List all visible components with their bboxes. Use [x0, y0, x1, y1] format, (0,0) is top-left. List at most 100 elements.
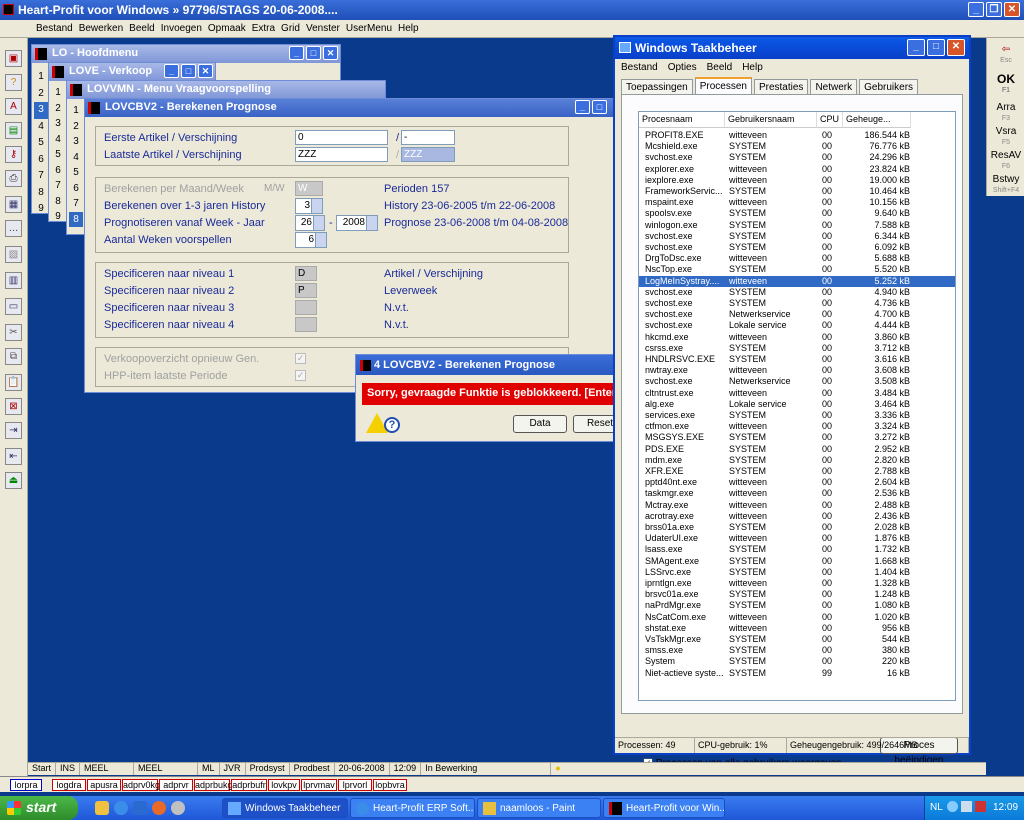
process-row[interactable]: acrotray.exe witteveen 00 2.436 kB: [639, 511, 955, 522]
menu-num[interactable]: 2: [51, 101, 65, 117]
menu-num[interactable]: 3: [69, 134, 83, 150]
process-row[interactable]: Mcshield.exe SYSTEM 00 76.776 kB: [639, 141, 955, 152]
ok-button[interactable]: OK F1: [989, 73, 1023, 102]
menu-num[interactable]: 9: [51, 209, 65, 225]
laatste-artikel-field[interactable]: ZZZ: [295, 147, 388, 162]
menu-extra[interactable]: Extra: [252, 23, 275, 34]
eerste-verschijning-field[interactable]: -: [401, 130, 455, 145]
new-icon[interactable]: ▣: [5, 50, 22, 67]
menu-num[interactable]: 1: [34, 69, 48, 86]
prog-button-adprbukg[interactable]: adprbukg: [194, 779, 233, 791]
prog-button-adprbufr[interactable]: adprbufr: [231, 779, 267, 791]
menu-venster[interactable]: Venster: [306, 23, 340, 34]
taskbar-item-heart-profit[interactable]: Heart-Profit voor Win...: [603, 798, 725, 818]
task-manager-window[interactable]: Windows Taakbeheer _ □ ✕ Bestand Opties Be…: [613, 35, 971, 769]
maximize-icon[interactable]: □: [592, 100, 607, 114]
process-row[interactable]: naPrdMgr.exe SYSTEM 00 1.080 kB: [639, 600, 955, 611]
process-row[interactable]: svchost.exe SYSTEM 00 6.092 kB: [639, 242, 955, 253]
shield-icon[interactable]: [975, 801, 986, 812]
process-row[interactable]: taskmgr.exe witteveen 00 2.536 kB: [639, 488, 955, 499]
menu-num[interactable]: 7: [69, 196, 83, 212]
process-row[interactable]: PDS.EXE SYSTEM 00 2.952 kB: [639, 444, 955, 455]
prog-week-spinner[interactable]: 26: [295, 215, 325, 231]
process-row[interactable]: winlogon.exe SYSTEM 00 7.588 kB: [639, 220, 955, 231]
minimize-icon[interactable]: _: [164, 64, 179, 78]
menu-num[interactable]: 7: [34, 168, 48, 185]
start-button[interactable]: start: [0, 796, 78, 820]
network-icon[interactable]: [947, 801, 958, 812]
process-row[interactable]: shstat.exe witteveen 00 956 kB: [639, 623, 955, 634]
process-row[interactable]: mspaint.exe witteveen 00 10.156 kB: [639, 197, 955, 208]
menu-num[interactable]: 5: [69, 165, 83, 181]
sheet-icon[interactable]: ▤: [5, 122, 22, 139]
bstwy-button[interactable]: Bstwy Shift+F4: [989, 174, 1023, 202]
close-icon[interactable]: ✕: [323, 46, 338, 60]
process-row[interactable]: iprntlgn.exe witteveen 00 1.328 kB: [639, 578, 955, 589]
prog-button-lorpra[interactable]: lorpra: [10, 779, 42, 791]
col-gebruikersnaam[interactable]: Gebruikersnaam: [725, 112, 817, 128]
minimize-icon[interactable]: _: [907, 39, 925, 56]
maximize-icon[interactable]: □: [306, 46, 321, 60]
menu-num[interactable]: 6: [69, 181, 83, 197]
col-procesnaam[interactable]: Procesnaam: [639, 112, 725, 128]
weken-spinner[interactable]: 6: [295, 232, 327, 248]
process-row[interactable]: cltntrust.exe witteveen 00 3.484 kB: [639, 388, 955, 399]
menu-num[interactable]: 5: [51, 147, 65, 163]
menu-num[interactable]: 4: [51, 132, 65, 148]
process-row[interactable]: svchost.exe Netwerkservice 00 4.700 kB: [639, 309, 955, 320]
media-icon[interactable]: [152, 801, 166, 815]
menu-num[interactable]: 4: [69, 150, 83, 166]
app-icon[interactable]: [171, 801, 185, 815]
process-row[interactable]: alg.exe Lokale service 00 3.464 kB: [639, 399, 955, 410]
taskbar-item-taakbeheer[interactable]: Windows Taakbeheer: [222, 798, 348, 818]
menu-num[interactable]: 8: [34, 185, 48, 202]
esc-button[interactable]: ⇦ Esc: [989, 44, 1023, 72]
desktop-icon[interactable]: [133, 801, 147, 815]
process-row[interactable]: HNDLRSVC.EXE SYSTEM 00 3.616 kB: [639, 354, 955, 365]
grid-icon[interactable]: ▧: [5, 246, 22, 263]
minimize-icon[interactable]: _: [289, 46, 304, 60]
prog-button-lovkpv[interactable]: lovkpv: [268, 779, 300, 791]
taskbar-item-paint[interactable]: naamloos - Paint: [477, 798, 601, 818]
menu-usermenu[interactable]: UserMenu: [346, 23, 392, 34]
language-indicator[interactable]: NL: [930, 802, 943, 813]
minimize-icon[interactable]: _: [968, 2, 984, 17]
col-geheugen[interactable]: Geheuge...: [843, 112, 911, 128]
process-row[interactable]: System SYSTEM 00 220 kB: [639, 656, 955, 667]
verkoop-checkbox[interactable]: ✓: [295, 353, 306, 364]
spec3-field[interactable]: [295, 300, 317, 315]
window-lovcbv2[interactable]: LOVCBV2 - Berekenen Prognose _ □ Eerste A…: [84, 98, 614, 393]
process-list[interactable]: Procesnaam Gebruikersnaam CPU Geheuge...…: [638, 111, 956, 701]
process-row[interactable]: DrgToDsc.exe witteveen 00 5.688 kB: [639, 253, 955, 264]
close-icon[interactable]: ✕: [1004, 2, 1020, 17]
prog-button-lprvmav[interactable]: lprvmav: [301, 779, 337, 791]
cut-icon[interactable]: ✂: [5, 324, 22, 341]
per-select[interactable]: W: [295, 181, 323, 196]
prog-button-apusra[interactable]: apusra: [87, 779, 121, 791]
prog-year-spinner[interactable]: 2008: [336, 215, 378, 231]
tray-icon[interactable]: [961, 801, 972, 812]
process-row[interactable]: NsCatCom.exe witteveen 00 1.020 kB: [639, 612, 955, 623]
exit-icon[interactable]: ⏏: [5, 472, 22, 489]
maximize-icon[interactable]: □: [927, 39, 945, 56]
prog-button-adprvr[interactable]: adprvr: [159, 779, 193, 791]
maximize-icon[interactable]: □: [181, 64, 196, 78]
process-row[interactable]: VsTskMgr.exe SYSTEM 00 544 kB: [639, 634, 955, 645]
error-dialog[interactable]: 4 LOVCBV2 - Berekenen Prognose Sorry, ge…: [355, 354, 627, 442]
ie-icon[interactable]: [114, 801, 128, 815]
tm-menu-opties[interactable]: Opties: [668, 62, 697, 73]
help-icon[interactable]: ?: [5, 74, 22, 91]
process-row[interactable]: nwtray.exe witteveen 00 3.608 kB: [639, 365, 955, 376]
menu-opmaak[interactable]: Opmaak: [208, 23, 246, 34]
tm-menu-beeld[interactable]: Beeld: [707, 62, 733, 73]
hist-spinner[interactable]: 3: [295, 198, 323, 214]
menu-bewerken[interactable]: Bewerken: [79, 23, 123, 34]
process-row[interactable]: mdm.exe SYSTEM 00 2.820 kB: [639, 455, 955, 466]
process-row[interactable]: spoolsv.exe SYSTEM 00 9.640 kB: [639, 208, 955, 219]
process-row[interactable]: NscTop.exe SYSTEM 00 5.520 kB: [639, 264, 955, 275]
menu-num[interactable]: 8: [69, 211, 83, 227]
menu-num[interactable]: 6: [51, 163, 65, 179]
menu-num[interactable]: 2: [34, 86, 48, 103]
process-row[interactable]: SMAgent.exe SYSTEM 00 1.668 kB: [639, 556, 955, 567]
taskbar-item-erp[interactable]: Heart-Profit ERP Soft...: [350, 798, 475, 818]
